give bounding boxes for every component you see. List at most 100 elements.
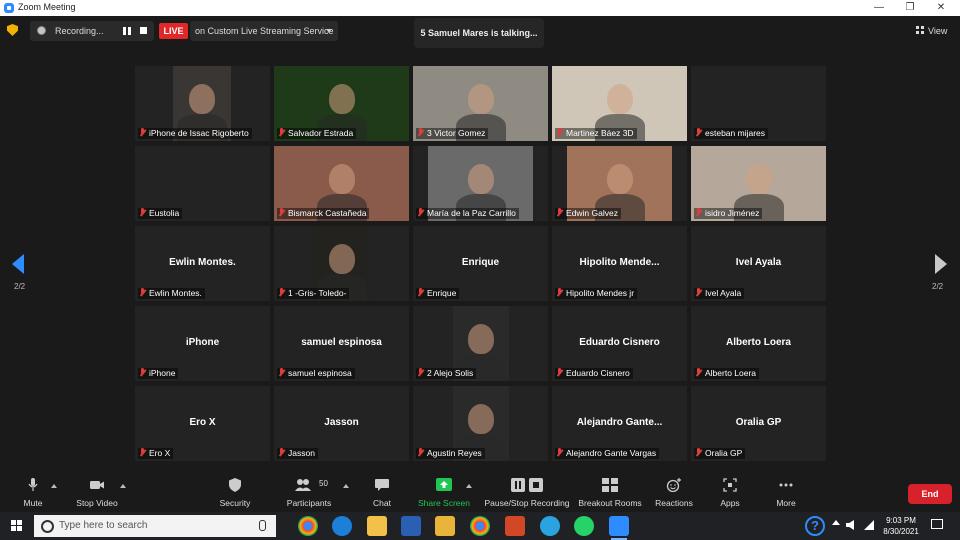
- participant-tile[interactable]: 2 Alejo Solis: [413, 306, 548, 381]
- apps-icon: [723, 478, 737, 492]
- participant-label: Enrique: [416, 288, 460, 299]
- previous-page-arrow-icon[interactable]: [12, 254, 24, 274]
- participant-tile[interactable]: Jasson Jasson: [274, 386, 409, 461]
- taskbar-time[interactable]: 9:03 PM: [880, 516, 922, 525]
- participant-tile[interactable]: Ewlin Montes. Ewlin Montes.: [135, 226, 270, 301]
- muted-mic-icon: [139, 368, 146, 377]
- live-service-label: on Custom Live Streaming Service: [195, 26, 334, 36]
- tray-expand-icon[interactable]: [832, 520, 840, 525]
- face-silhouette: [328, 84, 355, 114]
- participant-name: isidro Jiménez: [705, 208, 760, 218]
- muted-mic-icon: [139, 448, 146, 457]
- pause-recording-button[interactable]: [122, 27, 132, 35]
- muted-mic-icon: [695, 288, 702, 297]
- muted-mic-icon: [417, 448, 424, 457]
- mute-label: Mute: [23, 498, 43, 508]
- participant-tile[interactable]: Salvador Estrada: [274, 66, 409, 141]
- participant-tile[interactable]: Alejandro Gante... Alejandro Gante Vargas: [552, 386, 687, 461]
- participant-label: 1 -Gris- Toledo-: [277, 288, 350, 299]
- participants-caret-icon[interactable]: [343, 484, 349, 488]
- share-screen-button[interactable]: Share Screen: [417, 474, 471, 512]
- help-icon[interactable]: ?: [805, 516, 825, 536]
- mute-button[interactable]: Mute: [14, 474, 52, 512]
- windows-start-icon[interactable]: [11, 520, 23, 532]
- notification-icon[interactable]: [931, 519, 943, 529]
- participant-label: 2 Alejo Solis: [416, 368, 477, 379]
- microphone-icon: [28, 478, 38, 491]
- apps-button[interactable]: Apps: [712, 474, 748, 512]
- participant-tile[interactable]: isidro Jiménez: [691, 146, 826, 221]
- pause-stop-icon: [511, 478, 543, 492]
- participant-tile[interactable]: Agustin Reyes: [413, 386, 548, 461]
- muted-mic-icon: [695, 448, 702, 457]
- audio-options-caret-icon[interactable]: [51, 484, 57, 488]
- participant-tile[interactable]: samuel espinosa samuel espinosa: [274, 306, 409, 381]
- participant-tile[interactable]: Eduardo Cisnero Eduardo Cisnero: [552, 306, 687, 381]
- more-dots-icon: [779, 483, 793, 487]
- participant-tile[interactable]: Ivel Ayala Ivel Ayala: [691, 226, 826, 301]
- share-options-caret-icon[interactable]: [466, 484, 472, 488]
- whatsapp-icon[interactable]: [574, 516, 594, 536]
- taskbar-search-box[interactable]: Type here to search: [34, 515, 276, 537]
- face-silhouette: [468, 324, 494, 354]
- zoom-taskbar-icon[interactable]: [609, 516, 629, 540]
- chat-label: Chat: [373, 498, 391, 508]
- participant-tile[interactable]: María de la Paz Carrillo: [413, 146, 548, 221]
- participant-tile[interactable]: iPhone de Issac Rigoberto: [135, 66, 270, 141]
- stop-video-button[interactable]: Stop Video: [74, 474, 120, 512]
- participant-tile[interactable]: Hipolito Mende... Hipolito Mendes jr: [552, 226, 687, 301]
- participant-name-large: Enrique: [461, 257, 500, 268]
- more-button[interactable]: More: [768, 474, 804, 512]
- participant-tile[interactable]: iPhone iPhone: [135, 306, 270, 381]
- edge-icon[interactable]: [332, 516, 352, 536]
- security-button[interactable]: Security: [215, 474, 255, 512]
- word-icon[interactable]: [401, 516, 421, 536]
- participant-name: samuel espinosa: [288, 368, 352, 378]
- participant-tile[interactable]: Ero X Ero X: [135, 386, 270, 461]
- network-icon[interactable]: [864, 520, 874, 530]
- participant-tile[interactable]: Bismarck Castañeda: [274, 146, 409, 221]
- meeting-controls: Mute Stop Video Security 50 Participants…: [0, 474, 960, 512]
- next-page-arrow-icon[interactable]: [935, 254, 947, 274]
- participant-tile[interactable]: Enrique Enrique: [413, 226, 548, 301]
- file-explorer-icon[interactable]: [367, 516, 387, 536]
- end-meeting-button[interactable]: End: [908, 484, 952, 504]
- muted-mic-icon: [556, 208, 563, 217]
- participant-tile[interactable]: Oralia GP Oralia GP: [691, 386, 826, 461]
- participant-tile[interactable]: 3 Victor Gomez: [413, 66, 548, 141]
- reactions-button[interactable]: Reactions: [652, 474, 696, 512]
- minimize-button[interactable]: —: [864, 0, 894, 16]
- video-options-caret-icon[interactable]: [120, 484, 126, 488]
- participant-tile[interactable]: Eustolia: [135, 146, 270, 221]
- security-label: Security: [219, 498, 251, 508]
- live-stream-dropdown[interactable]: on Custom Live Streaming Service: [190, 21, 338, 41]
- taskbar-date[interactable]: 8/30/2021: [880, 527, 922, 536]
- breakout-rooms-button[interactable]: Breakout Rooms: [578, 474, 642, 512]
- participant-tile[interactable]: Alberto Loera Alberto Loera: [691, 306, 826, 381]
- chrome-icon[interactable]: [298, 516, 318, 536]
- stop-recording-button[interactable]: [140, 27, 147, 34]
- participant-tile[interactable]: esteban mijares: [691, 66, 826, 141]
- close-button[interactable]: ✕: [926, 0, 956, 16]
- taskbar-mic-icon[interactable]: [259, 520, 266, 531]
- participants-button[interactable]: 50 Participants: [282, 474, 336, 512]
- participant-tile[interactable]: Edwin Galvez: [552, 146, 687, 221]
- participant-tile[interactable]: Martinez Báez 3D: [552, 66, 687, 141]
- powerpoint-icon[interactable]: [505, 516, 525, 536]
- participants-icon: [295, 479, 311, 491]
- participant-tile[interactable]: 1 -Gris- Toledo-: [274, 226, 409, 301]
- chat-button[interactable]: Chat: [364, 474, 400, 512]
- volume-icon[interactable]: [846, 520, 854, 530]
- chrome-profile-icon[interactable]: [470, 516, 490, 536]
- participant-name: Ero X: [149, 448, 171, 458]
- pause-stop-recording-button[interactable]: Pause/Stop Recording: [484, 474, 570, 512]
- maximize-button[interactable]: ❐: [895, 0, 925, 16]
- telegram-icon[interactable]: [540, 516, 560, 536]
- live-badge: LIVE: [159, 23, 188, 39]
- view-button[interactable]: View: [916, 26, 947, 36]
- participant-name: Agustin Reyes: [427, 448, 482, 458]
- recording-indicator: Recording...: [30, 21, 154, 41]
- encryption-shield-icon[interactable]: [7, 24, 18, 36]
- participant-label: esteban mijares: [694, 128, 769, 139]
- media-player-icon[interactable]: [435, 516, 455, 536]
